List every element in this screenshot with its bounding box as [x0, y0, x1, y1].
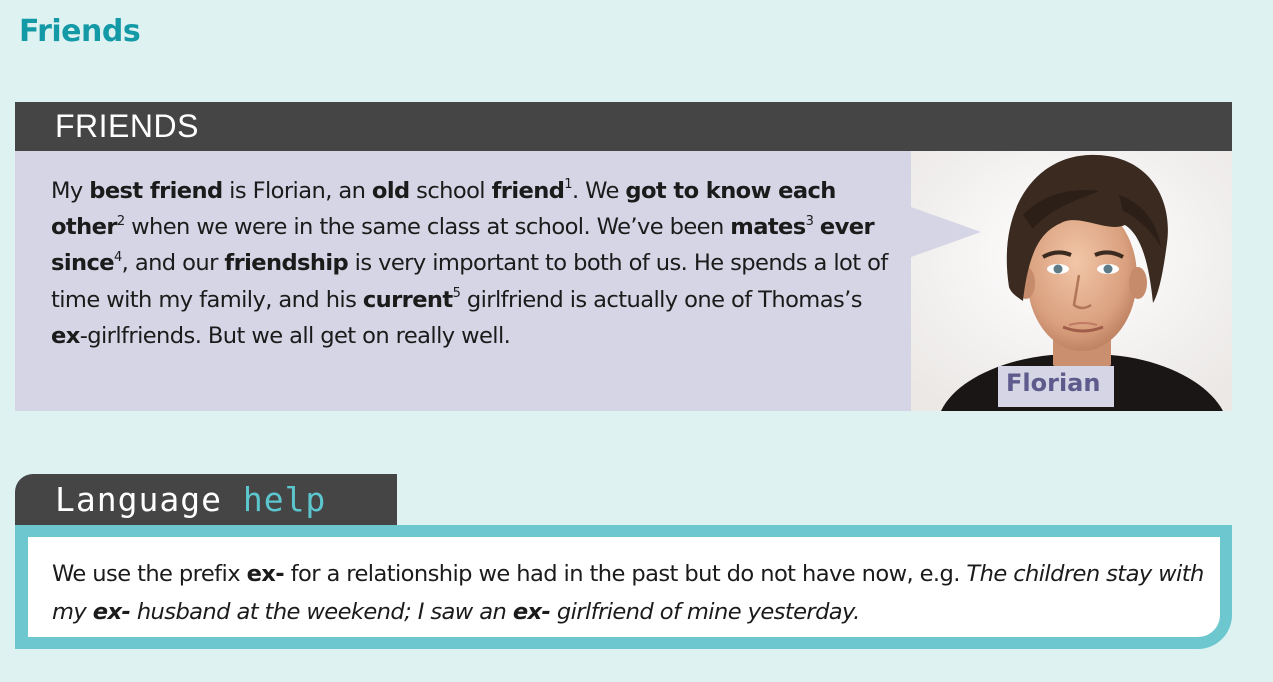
key-term: ex-	[246, 561, 285, 587]
key-term: old	[371, 178, 410, 204]
footnote-number: 1	[564, 177, 572, 193]
language-help-title-word2: help	[242, 480, 327, 519]
text-run: when we were in the same class at school…	[124, 214, 731, 241]
text-run: . We	[571, 178, 626, 204]
key-term: friendship	[224, 250, 349, 277]
photo-caption: Florian	[998, 366, 1114, 407]
text-run: My	[51, 178, 90, 204]
text-run: girlfriend of mine yesterday.	[550, 599, 860, 625]
key-term: mates	[730, 214, 806, 241]
photo-caption-text: Florian	[1006, 369, 1101, 397]
key-term: ex-	[512, 599, 551, 625]
text-run: school	[409, 178, 492, 204]
language-help-title: Language help	[55, 480, 326, 519]
key-term: ex-	[92, 599, 131, 625]
language-help-box: We use the prefix ex- for a relationship…	[15, 525, 1232, 649]
text-run: is Florian, an	[222, 178, 372, 204]
speech-pointer	[911, 207, 981, 257]
language-help-tab: Language help	[15, 474, 397, 526]
text-run: husband at the weekend; I saw an	[130, 599, 513, 625]
text-run: for a relationship we had in the past bu…	[284, 561, 967, 587]
panel-paragraph: My best friend is Florian, an old school…	[51, 173, 901, 354]
friends-panel: FRIENDS My best friend is Florian, an ol…	[15, 102, 1232, 411]
key-term: current	[362, 286, 453, 313]
language-help-text: We use the prefix ex- for a relationship…	[52, 555, 1212, 631]
text-run: We use the prefix	[52, 561, 247, 587]
panel-header: FRIENDS	[15, 102, 1232, 151]
text-run: -girlfriends. But we all get on really w…	[79, 322, 511, 349]
language-help-title-word1: Language	[55, 480, 222, 519]
footnote-number: 3	[805, 213, 814, 229]
footnote-number: 2	[116, 213, 125, 229]
key-term: ex	[51, 322, 80, 349]
key-term: best friend	[89, 178, 223, 204]
panel-body: My best friend is Florian, an old school…	[15, 151, 911, 411]
language-help-inner: We use the prefix ex- for a relationship…	[28, 537, 1220, 637]
text-run	[813, 214, 820, 240]
footnote-number: 4	[114, 249, 122, 265]
text-run: girlfriend is actually one of Thomas’s	[460, 286, 863, 313]
key-term: friend	[491, 178, 565, 204]
text-run: , and our	[121, 250, 225, 277]
page-title: Friends	[19, 14, 141, 49]
footnote-number: 5	[452, 286, 461, 302]
panel-header-title: FRIENDS	[55, 108, 199, 144]
